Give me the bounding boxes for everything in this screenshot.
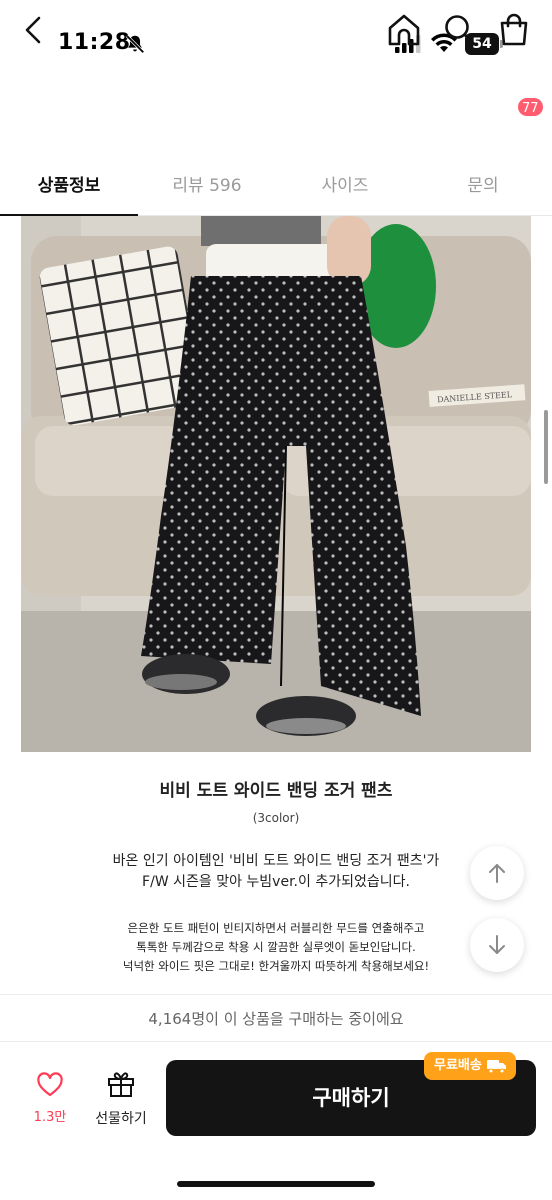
scroll-up-button[interactable]	[470, 846, 524, 900]
bell-off-icon	[125, 34, 145, 54]
detail-line: 넉넉한 와이드 핏은 그대로! 한겨울까지 따뜻하게 착용해보세요!	[122, 959, 430, 973]
status-time: 11:28	[58, 30, 131, 55]
tab-bar: 상품정보 리뷰 596 사이즈 문의	[0, 160, 552, 216]
arrow-down-icon	[489, 935, 505, 954]
tab-reviews[interactable]: 리뷰 596	[138, 160, 276, 215]
home-indicator[interactable]	[177, 1181, 375, 1187]
like-button[interactable]: 1.3만	[20, 1072, 80, 1132]
cart-icon[interactable]	[494, 10, 534, 50]
color-count: (3color)	[252, 811, 300, 825]
detail-line: 은은한 도트 패턴이 빈티지하면서 러블리한 무드를 연출해주고	[127, 921, 425, 935]
free-shipping-label: 무료배송	[434, 1058, 482, 1073]
truck-icon	[486, 1060, 506, 1074]
scrollbar[interactable]	[544, 410, 548, 484]
search-icon[interactable]	[440, 10, 480, 50]
product-name: 비비 도트 와이드 밴딩 조거 팬츠	[159, 781, 393, 801]
gift-button[interactable]: 선물하기	[88, 1070, 154, 1130]
home-icon[interactable]	[384, 10, 424, 50]
cart-badge: 77	[516, 96, 545, 118]
free-shipping-badge: 무료배송	[424, 1052, 516, 1080]
heart-icon	[37, 1072, 63, 1097]
arrow-up-icon	[489, 864, 505, 883]
gift-icon	[108, 1072, 134, 1097]
like-count: 1.3만	[33, 1110, 67, 1125]
nav-bar	[0, 90, 552, 150]
purchase-notice: 4,164명이 이 상품을 구매하는 중이에요	[0, 994, 552, 1042]
tab-product-info[interactable]: 상품정보	[0, 160, 138, 216]
scroll-down-button[interactable]	[470, 918, 524, 972]
tab-size[interactable]: 사이즈	[276, 160, 414, 215]
gift-label: 선물하기	[95, 1111, 147, 1127]
back-button[interactable]	[18, 10, 50, 50]
tab-inquiry[interactable]: 문의	[414, 160, 552, 215]
product-photo: DANIELLE STEEL	[21, 216, 531, 752]
